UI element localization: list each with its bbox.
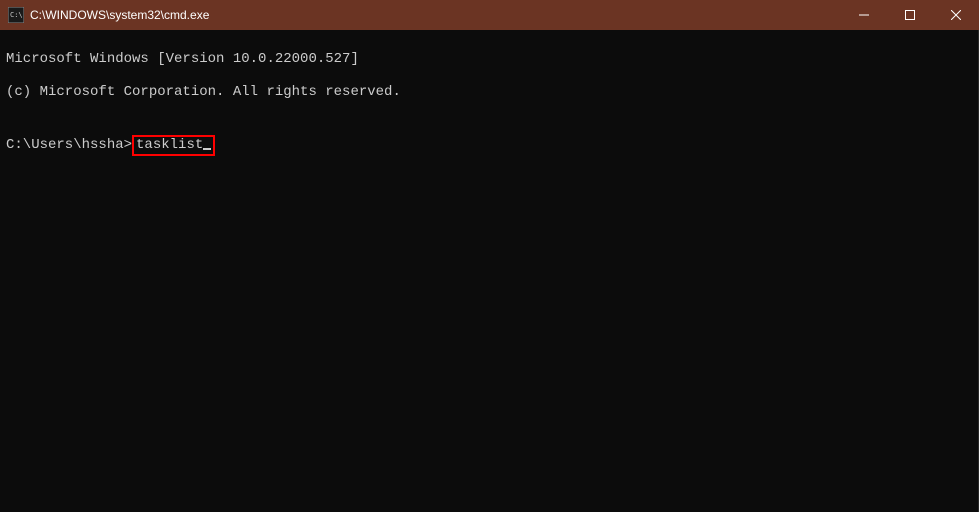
window-title: C:\WINDOWS\system32\cmd.exe — [30, 8, 841, 22]
close-button[interactable] — [933, 0, 979, 30]
svg-text:C:\: C:\ — [10, 11, 23, 19]
cursor — [203, 148, 211, 150]
output-line-version: Microsoft Windows [Version 10.0.22000.52… — [6, 51, 972, 68]
minimize-button[interactable] — [841, 0, 887, 30]
typed-command: tasklist — [136, 137, 203, 153]
cmd-window: C:\ C:\WINDOWS\system32\cmd.exe Microsof… — [0, 0, 979, 512]
titlebar[interactable]: C:\ C:\WINDOWS\system32\cmd.exe — [0, 0, 979, 30]
terminal-output[interactable]: Microsoft Windows [Version 10.0.22000.52… — [0, 30, 979, 512]
command-highlight: tasklist — [132, 135, 215, 156]
prompt-text: C:\Users\hssha> — [6, 137, 132, 154]
cmd-icon: C:\ — [8, 7, 24, 23]
output-line-copyright: (c) Microsoft Corporation. All rights re… — [6, 84, 972, 101]
window-controls — [841, 0, 979, 30]
maximize-button[interactable] — [887, 0, 933, 30]
prompt-line: C:\Users\hssha>tasklist — [6, 135, 972, 156]
